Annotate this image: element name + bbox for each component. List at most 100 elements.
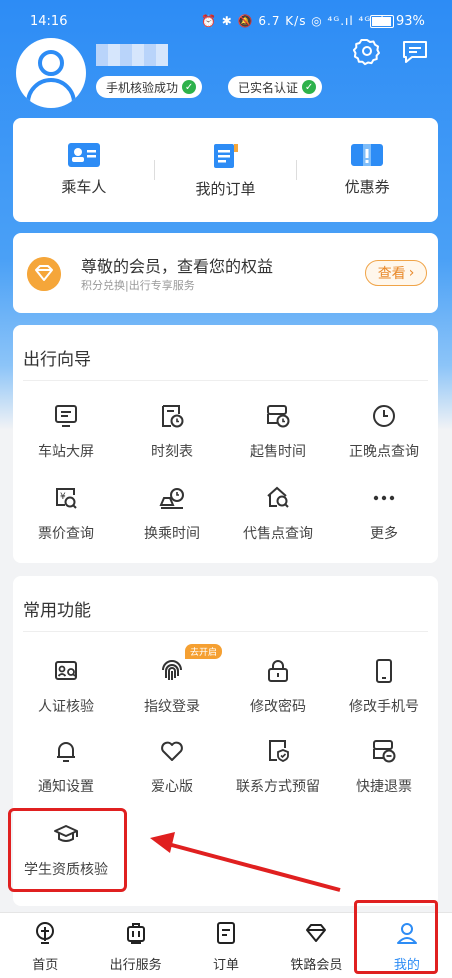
phone-verified-badge: 手机核验成功 ✓ [96,76,203,98]
grid-item-quick-refund[interactable]: 快捷退票 [331,738,437,796]
delay-query-label: 正晚点查询 [349,444,419,460]
tab-travel-services-label: 出行服务 [109,958,162,973]
my-orders-label: 我的订单 [195,180,256,198]
quick-actions-card: 乘车人 我的订单 优惠券 [13,118,438,222]
lock-icon [268,660,288,682]
grid-item-notification-settings[interactable]: 通知设置 [13,738,119,796]
id-verify-icon [55,661,77,680]
battery-percent: 93% [396,14,425,29]
grid-item-id-verify[interactable]: 人证核验 [13,658,119,716]
coupons-button[interactable]: 优惠券 [296,118,438,222]
username-blurred [96,44,168,66]
sale-time-label: 起售时间 [250,444,306,460]
notification-settings-label: 通知设置 [38,779,94,795]
contact-reserve-icon [269,740,289,762]
avatar[interactable] [16,38,86,108]
coupon-icon [351,144,384,166]
id-verify-label: 人证核验 [38,699,94,715]
fingerprint-login-label: 指纹登录 [144,699,200,715]
change-password-label: 修改密码 [250,699,306,715]
grid-item-agency-search[interactable]: 代售点查询 [225,485,331,543]
order-icon [217,922,236,944]
grid-item-fingerprint-login[interactable]: 指纹登录 [119,658,225,716]
grid-item-sale-time[interactable]: 起售时间 [225,403,331,461]
agency-search-icon [267,486,289,508]
travel-guide-title: 出行向导 [23,350,91,370]
station-screen-icon [55,405,77,427]
grid-item-more[interactable]: 更多 [331,485,437,543]
view-benefits-button[interactable]: 查看 › [365,260,427,286]
contact-reserve-label: 联系方式预留 [236,779,320,795]
message-icon[interactable] [400,36,430,66]
timetable-label: 时刻表 [151,444,193,460]
passenger-card-icon [67,143,100,167]
tab-orders-label: 订单 [213,958,240,973]
battery-icon [370,15,394,28]
home-train-icon [36,922,55,944]
member-diamond-icon [27,257,61,291]
tab-home[interactable]: 首页 [0,913,90,978]
status-indicators: ⏰ ✱ 🔕 6.7 K/s ◎ ⁴ᴳ.ıl ⁴ᴳ.ıl [201,14,385,28]
grid-item-station-screen[interactable]: 车站大屏 [13,403,119,461]
grid-item-change-password[interactable]: 修改密码 [225,658,331,716]
member-title: 尊敬的会员，查看您的权益 [81,257,274,276]
fare-search-label: 票价查询 [38,526,94,542]
grid-item-care-mode[interactable]: 爱心版 [119,738,225,796]
heart-icon [161,741,183,761]
travel-guide-card: 出行向导 车站大屏 时刻表 起售时间 正晚点查询 ¥ 票价查询 换乘时间 代售点… [13,325,438,563]
tab-railway-member-label: 铁路会员 [290,958,343,973]
status-time: 14:16 [30,14,68,29]
grid-item-change-phone[interactable]: 修改手机号 [331,658,437,716]
chevron-right-icon: › [408,265,415,281]
agency-search-label: 代售点查询 [243,526,313,542]
quick-refund-icon [373,740,396,763]
passenger-label: 乘车人 [61,178,107,196]
member-subtitle: 积分兑换|出行专享服务 [81,279,195,292]
settings-gear-icon[interactable] [352,36,382,66]
station-screen-label: 车站大屏 [38,444,94,460]
realname-verified-badge: 已实名认证 ✓ [228,76,323,98]
check-icon: ✓ [182,80,197,94]
coupons-label: 优惠券 [344,178,390,196]
check-icon: ✓ [302,80,317,94]
luggage-icon [126,923,145,944]
passenger-button[interactable]: 乘车人 [13,118,155,222]
highlight-student-verification [8,808,127,892]
grid-item-fare-search[interactable]: ¥ 票价查询 [13,485,119,543]
member-benefits-card[interactable]: 尊敬的会员，查看您的权益 积分兑换|出行专享服务 查看 › [13,233,438,313]
enable-tag: 去开启 [185,644,223,659]
transfer-time-icon [159,488,184,509]
common-functions-title: 常用功能 [23,601,91,621]
more-dots-icon [373,495,395,501]
bell-icon [57,742,75,762]
highlight-tab-mine [354,900,438,974]
diamond-icon [306,924,327,942]
realname-verified-label: 已实名认证 [238,80,299,95]
change-phone-label: 修改手机号 [349,699,419,715]
fare-search-icon: ¥ [56,488,77,509]
care-mode-label: 爱心版 [151,779,193,795]
status-bar: 14:16 ⏰ ✱ 🔕 6.7 K/s ◎ ⁴ᴳ.ıl ⁴ᴳ.ıl 93% [0,0,452,36]
grid-item-timetable[interactable]: 时刻表 [119,403,225,461]
grid-item-transfer-time[interactable]: 换乘时间 [119,485,225,543]
transfer-time-label: 换乘时间 [144,526,200,542]
timetable-icon [162,405,184,428]
view-benefits-label: 查看 [377,266,406,282]
more-label: 更多 [370,526,398,542]
grid-item-contact-reserve[interactable]: 联系方式预留 [225,738,331,796]
quick-refund-label: 快捷退票 [356,779,412,795]
tab-railway-member[interactable]: 铁路会员 [271,913,361,978]
sale-time-icon [267,405,290,428]
my-orders-button[interactable]: 我的订单 [155,118,297,222]
divider [23,631,428,632]
tab-travel-services[interactable]: 出行服务 [90,913,180,978]
order-doc-icon [213,144,238,168]
divider [23,380,428,381]
fingerprint-icon [162,660,182,680]
grid-item-delay-query[interactable]: 正晚点查询 [331,403,437,461]
tab-home-label: 首页 [32,958,59,973]
tab-orders[interactable]: 订单 [181,913,271,978]
clock-icon [373,405,395,427]
phone-verified-label: 手机核验成功 [106,80,179,95]
phone-icon [376,659,392,683]
